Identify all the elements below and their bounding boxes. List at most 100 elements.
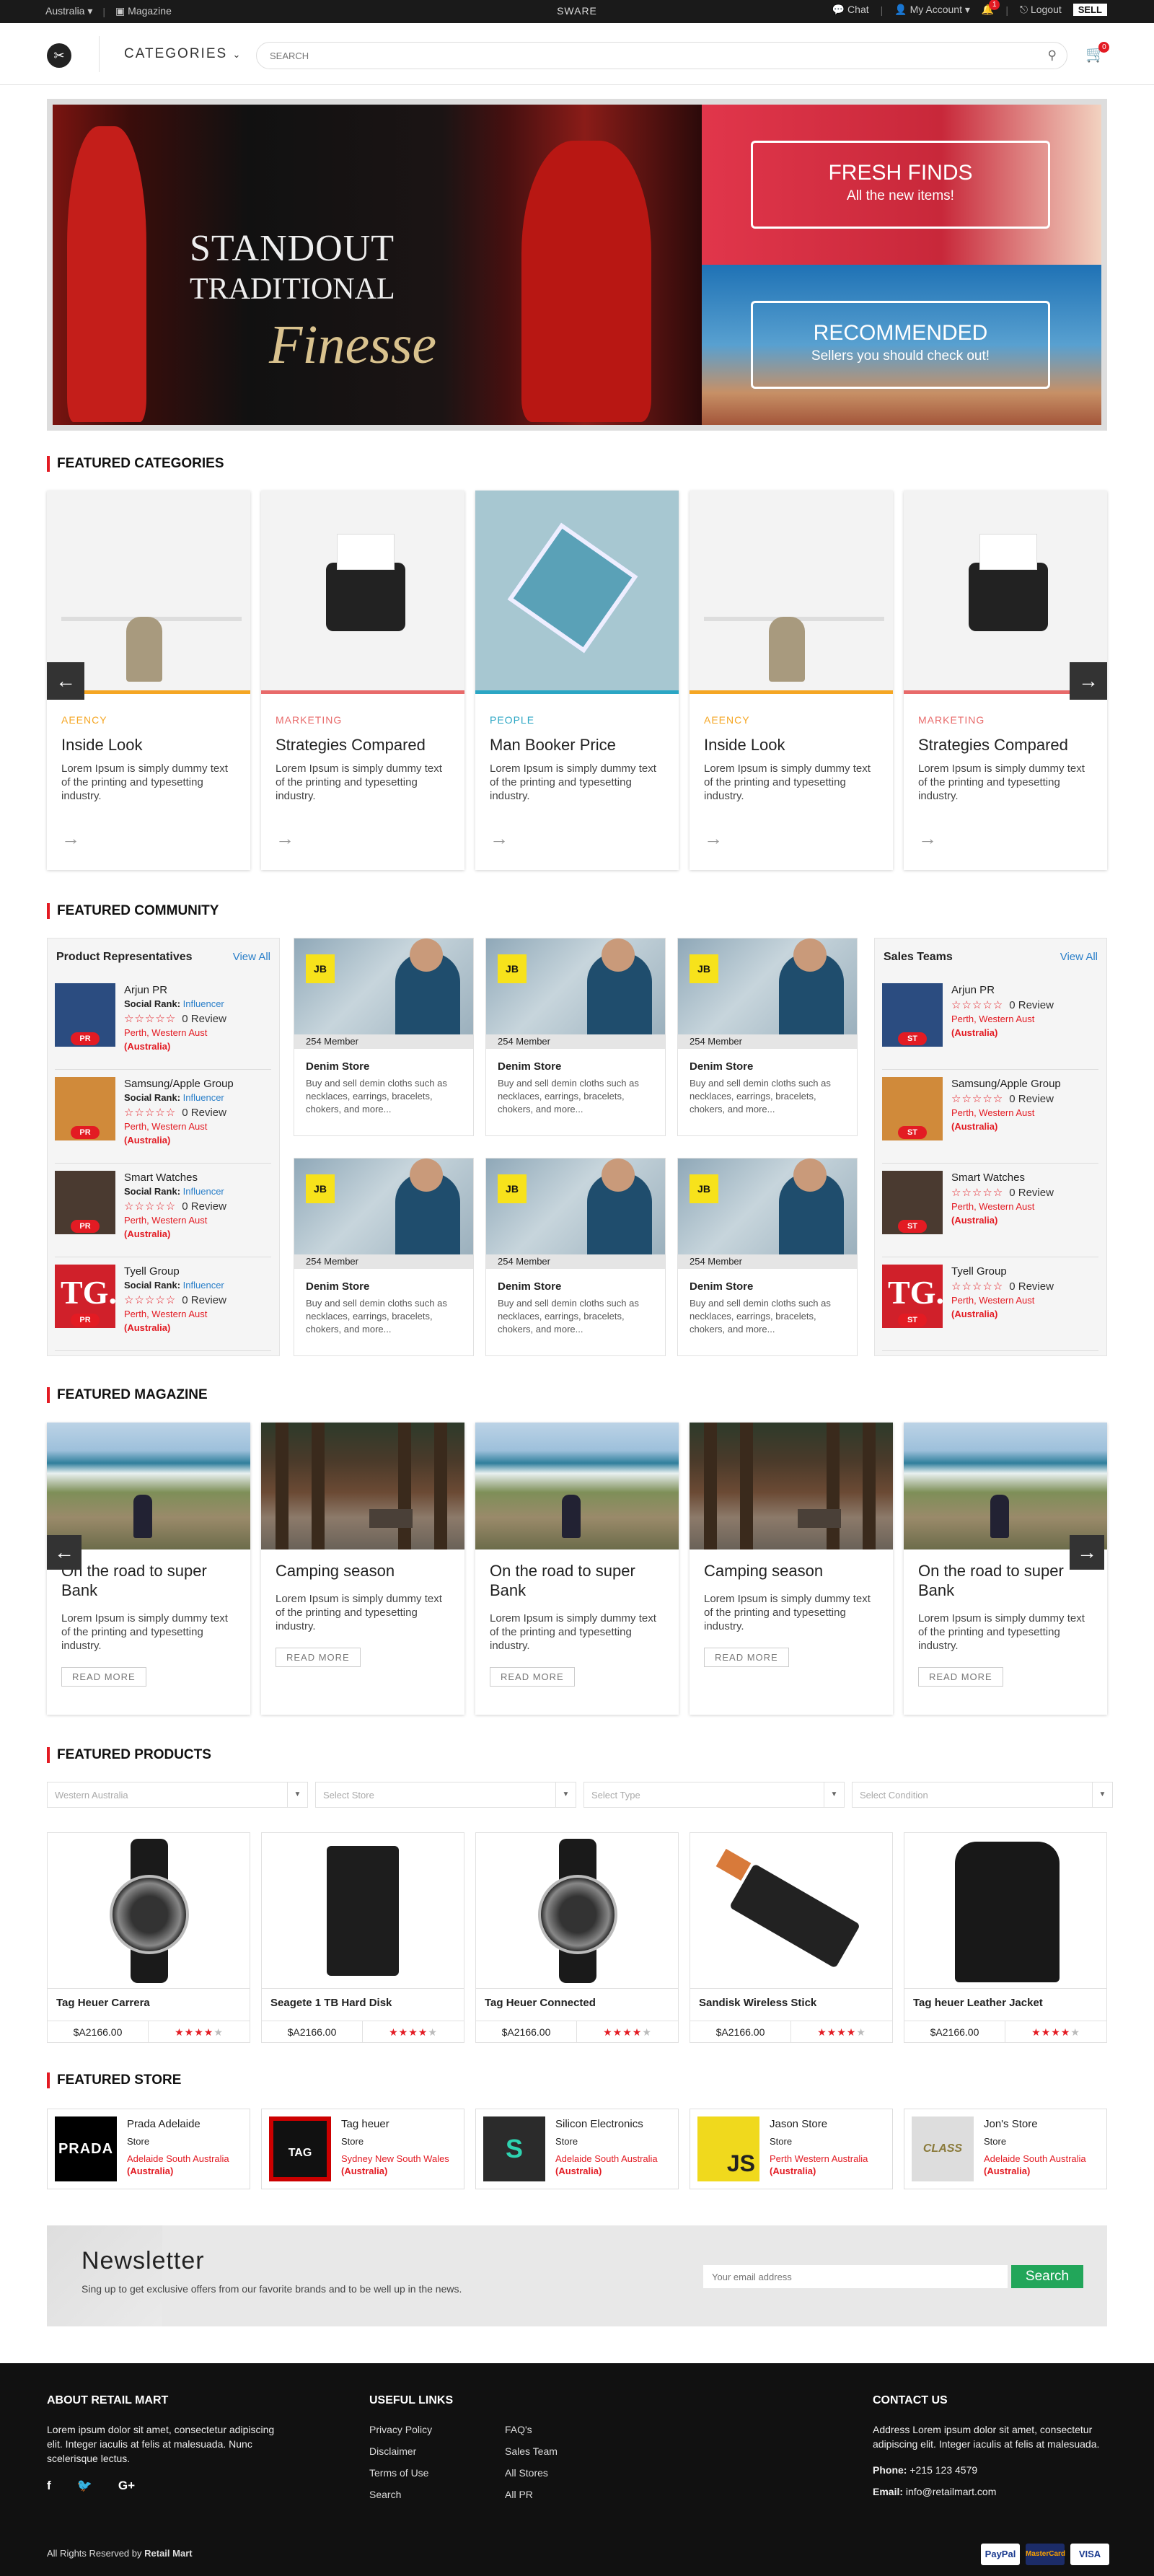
- representative-item[interactable]: ST Smart Watches ☆☆☆☆☆ 0 Review Perth, Weste…: [882, 1171, 1098, 1257]
- community-name[interactable]: Denim Store: [306, 1280, 473, 1293]
- category-title[interactable]: Inside Look: [704, 736, 893, 755]
- category-tag[interactable]: MARKETING: [276, 714, 464, 726]
- search-input[interactable]: [270, 43, 991, 69]
- magazine-title[interactable]: On the road to super Bank: [490, 1561, 664, 1600]
- community-card[interactable]: JB 254 Member Denim Store Buy and sell demi…: [294, 1158, 474, 1356]
- social-rank-value[interactable]: Influencer: [183, 1092, 224, 1103]
- community-name[interactable]: Denim Store: [690, 1060, 857, 1073]
- product-name[interactable]: Tag Heuer Connected: [485, 1997, 678, 2009]
- store-card[interactable]: PRADA Prada Adelaide Store Adelaide South A…: [47, 2109, 250, 2189]
- representative-name[interactable]: Smart Watches: [951, 1171, 1054, 1184]
- magazine-title[interactable]: Camping season: [704, 1561, 878, 1581]
- product-card[interactable]: Tag Heuer Connected $A2166.00 ★★★★★: [475, 1832, 679, 2043]
- product-card[interactable]: Seagete 1 TB Hard Disk $A2166.00 ★★★★★: [261, 1832, 464, 2043]
- carousel-next-button[interactable]: →: [1070, 1535, 1104, 1570]
- community-name[interactable]: Denim Store: [306, 1060, 473, 1073]
- category-title[interactable]: Strategies Compared: [276, 736, 464, 755]
- category-title[interactable]: Inside Look: [61, 736, 250, 755]
- representative-item[interactable]: TG. ST Tyell Group ☆☆☆☆☆ 0 Review Perth, West…: [882, 1265, 1098, 1351]
- social-rank-value[interactable]: Influencer: [183, 1186, 224, 1197]
- magazine-title[interactable]: Camping season: [276, 1561, 450, 1581]
- recommended-banner[interactable]: RECOMMENDED Sellers you should check out…: [702, 265, 1101, 425]
- store-name[interactable]: Jason Store: [770, 2118, 827, 2130]
- representative-item[interactable]: PR Smart Watches Social Rank: Influencer ☆☆…: [55, 1171, 271, 1257]
- filter-select[interactable]: Select Condition ▼: [852, 1782, 1113, 1808]
- social-rank-value[interactable]: Influencer: [183, 1280, 224, 1291]
- store-card[interactable]: S Silicon Electronics Store Adelaide South …: [475, 2109, 679, 2189]
- category-card[interactable]: PEOPLE Man Booker Price Lorem Ipsum is sim…: [475, 491, 679, 870]
- store-name[interactable]: Silicon Electronics: [555, 2118, 643, 2130]
- footer-link[interactable]: All Stores: [505, 2466, 558, 2480]
- community-card[interactable]: JB 254 Member Denim Store Buy and sell demi…: [677, 938, 858, 1136]
- category-title[interactable]: Man Booker Price: [490, 736, 679, 755]
- carousel-prev-button[interactable]: ←: [47, 1535, 82, 1570]
- representative-name[interactable]: Arjun PR: [124, 983, 226, 997]
- filter-select[interactable]: Select Type ▼: [583, 1782, 845, 1808]
- footer-link[interactable]: Privacy Policy: [369, 2422, 453, 2437]
- footer-link[interactable]: Terms of Use: [369, 2466, 453, 2480]
- product-card[interactable]: Tag heuer Leather Jacket $A2166.00 ★★★★★: [904, 1832, 1107, 2043]
- category-card[interactable]: AEENCY Inside Look Lorem Ipsum is simply d…: [690, 491, 893, 870]
- representative-name[interactable]: Arjun PR: [951, 983, 1054, 997]
- community-card[interactable]: JB 254 Member Denim Store Buy and sell demi…: [485, 1158, 666, 1356]
- magazine-card[interactable]: Camping season Lorem Ipsum is simply dumm…: [261, 1423, 464, 1715]
- cart-button[interactable]: 🛒 0: [1085, 42, 1110, 63]
- representative-item[interactable]: PR Samsung/Apple Group Social Rank: Influe…: [55, 1077, 271, 1164]
- view-all-link[interactable]: View All: [233, 951, 270, 963]
- magazine-card[interactable]: On the road to super Bank Lorem Ipsum is …: [475, 1423, 679, 1715]
- store-card[interactable]: CLASS Jon's Store Store Adelaide South Aust…: [904, 2109, 1107, 2189]
- product-name[interactable]: Seagete 1 TB Hard Disk: [270, 1997, 464, 2009]
- arrow-right-icon[interactable]: →: [61, 827, 80, 850]
- footer-link[interactable]: All PR: [505, 2487, 558, 2502]
- footer-link[interactable]: FAQ's: [505, 2422, 558, 2437]
- categories-dropdown[interactable]: CATEGORIES ⌄: [124, 46, 242, 62]
- category-card[interactable]: MARKETING Strategies Compared Lorem Ipsum …: [261, 491, 464, 870]
- footer-link[interactable]: Sales Team: [505, 2444, 558, 2458]
- store-name[interactable]: Jon's Store: [984, 2118, 1038, 2130]
- magazine-title[interactable]: On the road to super Bank: [918, 1561, 1093, 1600]
- read-more-button[interactable]: READ MORE: [704, 1648, 789, 1667]
- read-more-button[interactable]: READ MORE: [61, 1667, 146, 1687]
- filter-select[interactable]: Select Store ▼: [315, 1782, 576, 1808]
- filter-select[interactable]: Western Australia ▼: [47, 1782, 308, 1808]
- arrow-right-icon[interactable]: →: [918, 827, 937, 850]
- footer-link[interactable]: Disclaimer: [369, 2444, 453, 2458]
- representative-name[interactable]: Samsung/Apple Group: [124, 1077, 234, 1091]
- representative-name[interactable]: Samsung/Apple Group: [951, 1077, 1061, 1091]
- community-card[interactable]: JB 254 Member Denim Store Buy and sell demi…: [294, 938, 474, 1136]
- category-tag[interactable]: MARKETING: [918, 714, 1107, 726]
- product-card[interactable]: Sandisk Wireless Stick $A2166.00 ★★★★★: [690, 1832, 893, 2043]
- site-logo[interactable]: ✂: [47, 43, 71, 68]
- representative-item[interactable]: PR Arjun PR Social Rank: Influencer ☆☆☆☆☆ 0 …: [55, 983, 271, 1070]
- notifications-button[interactable]: 🔔 1: [982, 0, 1000, 16]
- store-card[interactable]: TAG Tag heuer Store Sydney New South Wales (…: [261, 2109, 464, 2189]
- newsletter-submit-button[interactable]: Search: [1011, 2265, 1083, 2288]
- community-name[interactable]: Denim Store: [690, 1280, 857, 1293]
- facebook-icon[interactable]: f: [47, 2479, 51, 2493]
- arrow-right-icon[interactable]: →: [490, 827, 508, 850]
- category-tag[interactable]: PEOPLE: [490, 714, 679, 726]
- carousel-prev-button[interactable]: ←: [47, 662, 84, 700]
- fresh-finds-banner[interactable]: FRESH FINDS All the new items!: [702, 105, 1101, 265]
- representative-item[interactable]: ST Samsung/Apple Group ☆☆☆☆☆ 0 Review Perth,…: [882, 1077, 1098, 1164]
- community-name[interactable]: Denim Store: [498, 1280, 665, 1293]
- magazine-card[interactable]: Camping season Lorem Ipsum is simply dumm…: [690, 1423, 893, 1715]
- store-card[interactable]: JS Jason Store Store Perth Western Australi…: [690, 2109, 893, 2189]
- community-card[interactable]: JB 254 Member Denim Store Buy and sell demi…: [677, 1158, 858, 1356]
- view-all-link[interactable]: View All: [1060, 951, 1098, 963]
- newsletter-email-input[interactable]: [703, 2265, 1008, 2288]
- category-tag[interactable]: AEENCY: [704, 714, 893, 726]
- product-name[interactable]: Sandisk Wireless Stick: [699, 1997, 892, 2009]
- store-name[interactable]: Tag heuer: [341, 2118, 389, 2130]
- carousel-next-button[interactable]: →: [1070, 662, 1107, 700]
- representative-item[interactable]: TG. PR Tyell Group Social Rank: Influencer ☆…: [55, 1265, 271, 1351]
- community-card[interactable]: JB 254 Member Denim Store Buy and sell demi…: [485, 938, 666, 1136]
- representative-name[interactable]: Smart Watches: [124, 1171, 226, 1184]
- chat-link[interactable]: 💬 Chat: [832, 4, 869, 16]
- hero-main-banner[interactable]: STANDOUT TRADITIONAL Finesse: [53, 105, 702, 425]
- representative-name[interactable]: Tyell Group: [951, 1265, 1054, 1278]
- representative-name[interactable]: Tyell Group: [124, 1265, 226, 1278]
- read-more-button[interactable]: READ MORE: [918, 1667, 1003, 1687]
- product-name[interactable]: Tag heuer Leather Jacket: [913, 1997, 1106, 2009]
- product-card[interactable]: Tag Heuer Carrera $A2166.00 ★★★★★: [47, 1832, 250, 2043]
